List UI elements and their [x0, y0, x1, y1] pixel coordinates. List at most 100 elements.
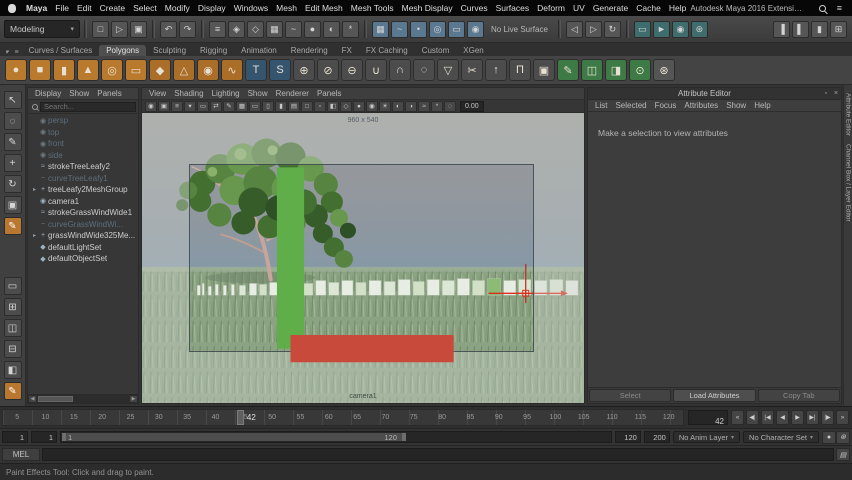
layout-two-pane-side-icon[interactable]: ◫: [3, 319, 22, 337]
poly-pipe-icon[interactable]: ◉: [197, 59, 219, 81]
resolution-gate-icon[interactable]: ▯: [262, 100, 274, 112]
shelf-tab[interactable]: Curves / Surfaces: [22, 45, 100, 56]
panel-menu-item[interactable]: Help: [750, 101, 774, 110]
menubar-item[interactable]: Curves: [457, 3, 492, 13]
menubar-item[interactable]: Deform: [533, 3, 569, 13]
extract-icon[interactable]: ⊖: [341, 59, 363, 81]
apple-menu-icon[interactable]: [8, 3, 16, 13]
channel-box-toggle-icon[interactable]: ▮: [811, 20, 828, 38]
menubar-item[interactable]: Mesh Tools: [347, 3, 398, 13]
wrench-icon[interactable]: ⊛: [653, 59, 675, 81]
paint-effects-tool-icon[interactable]: ✎: [3, 217, 22, 235]
safe-title-icon[interactable]: ▫: [314, 100, 326, 112]
poly-cone-icon[interactable]: ▲: [77, 59, 99, 81]
target-weld-icon[interactable]: ⊙: [629, 59, 651, 81]
render-current-frame-icon[interactable]: ►: [652, 20, 670, 38]
snap-to-grid-icon[interactable]: ▦: [372, 20, 389, 38]
paint-select-tool-icon[interactable]: ✎: [3, 133, 22, 151]
boolean-union-icon[interactable]: ∪: [365, 59, 387, 81]
shelf-options-icon[interactable]: ≡: [12, 49, 22, 56]
safe-action-icon[interactable]: □: [301, 100, 313, 112]
motion-blur-icon[interactable]: ≈: [418, 100, 430, 112]
panel-menu-item[interactable]: Focus: [651, 101, 681, 110]
render-view-icon[interactable]: ▭: [633, 20, 651, 38]
shelf-tab[interactable]: Rigging: [193, 45, 234, 56]
outliner-horizontal-scrollbar[interactable]: ◀ ▶: [28, 394, 138, 403]
ipr-render-icon[interactable]: ◉: [671, 20, 689, 38]
layout-outliner-persp-icon[interactable]: ◧: [3, 361, 22, 379]
outliner-item[interactable]: ◉ top: [28, 127, 138, 139]
panel-menu-item[interactable]: Selected: [611, 101, 650, 110]
current-tool-paint-effects-icon[interactable]: ✎: [3, 382, 22, 400]
fill-hole-icon[interactable]: ▣: [533, 59, 555, 81]
scrollbar-thumb[interactable]: [38, 396, 73, 402]
menubar-item[interactable]: Windows: [230, 3, 272, 13]
outliner-item[interactable]: ◆ defaultLightSet: [28, 242, 138, 254]
menubar-item[interactable]: Mesh Display: [398, 3, 457, 13]
select-button[interactable]: Select: [589, 389, 672, 402]
select-mask-all-icon[interactable]: ▦: [266, 20, 283, 38]
command-line-input[interactable]: [42, 448, 834, 461]
shelf-tab[interactable]: Sculpting: [146, 45, 193, 56]
expand-arrow-icon[interactable]: ▸: [31, 186, 38, 193]
field-chart-icon[interactable]: ▤: [288, 100, 300, 112]
panel-menu-item[interactable]: Lighting: [208, 89, 244, 98]
scroll-left-icon[interactable]: ◀: [28, 395, 37, 403]
menubar-item[interactable]: Cache: [632, 3, 665, 13]
shelf-tab[interactable]: XGen: [456, 45, 490, 56]
channel-box-layer-editor-tab[interactable]: Channel Box / Layer Editor: [845, 144, 852, 222]
outliner-item[interactable]: ~ curveGrassWindWi...: [28, 219, 138, 231]
poly-prism-icon[interactable]: ◆: [149, 59, 171, 81]
select-mask-curves-icon[interactable]: ~: [285, 20, 302, 38]
playback-end-field[interactable]: 120: [614, 431, 641, 443]
poly-sphere-icon[interactable]: ●: [5, 59, 27, 81]
panel-menu-item[interactable]: Shading: [170, 89, 207, 98]
make-live-icon[interactable]: ◉: [467, 20, 484, 38]
camera-attributes-icon[interactable]: ≡: [171, 100, 183, 112]
outliner-item[interactable]: ~ curveTreeLeafy1: [28, 173, 138, 185]
select-hierarchy-icon[interactable]: ≡: [209, 20, 226, 38]
construction-history-icon[interactable]: ↻: [603, 20, 621, 38]
panel-menu-item[interactable]: Panels: [313, 89, 345, 98]
menubar-item[interactable]: Surfaces: [492, 3, 534, 13]
outliner-search-input[interactable]: [40, 101, 136, 112]
go-to-end-button[interactable]: »: [836, 410, 849, 425]
playback-start-field[interactable]: 1: [2, 431, 28, 443]
menubar-item[interactable]: Edit: [73, 3, 96, 13]
select-mask-dynamics-icon[interactable]: *: [342, 20, 359, 38]
shelf-tab[interactable]: Animation: [234, 45, 284, 56]
viewport-canvas[interactable]: 960 x 540 camera1: [142, 113, 584, 403]
panel-menu-item[interactable]: Display: [31, 89, 65, 98]
menubar-item[interactable]: Edit Mesh: [301, 3, 347, 13]
poly-cylinder-icon[interactable]: ▮: [53, 59, 75, 81]
redo-icon[interactable]: ↷: [179, 20, 196, 38]
menubar-item[interactable]: File: [51, 3, 73, 13]
shelf-tab[interactable]: Polygons: [99, 45, 147, 56]
poly-cube-icon[interactable]: ■: [29, 59, 51, 81]
lock-camera-icon[interactable]: ▣: [158, 100, 170, 112]
menubar-item[interactable]: Modify: [161, 3, 194, 13]
attribute-editor-toggle-icon[interactable]: ▐: [773, 20, 790, 38]
panel-menu-item[interactable]: Panels: [93, 89, 125, 98]
current-time-field[interactable]: [689, 415, 727, 428]
xray-icon[interactable]: ◌: [444, 100, 456, 112]
snap-to-point-icon[interactable]: •: [410, 20, 427, 38]
panel-menu-item[interactable]: Show: [65, 89, 93, 98]
step-forward-frame-button[interactable]: |▶: [821, 410, 834, 425]
step-forward-key-button[interactable]: ▶|: [806, 410, 819, 425]
panel-menu-item[interactable]: Attributes: [680, 101, 722, 110]
grease-pencil-icon[interactable]: ✎: [223, 100, 235, 112]
step-back-key-button[interactable]: |◀: [761, 410, 774, 425]
panel-menu-item[interactable]: Show: [244, 89, 272, 98]
select-component-icon[interactable]: ◇: [247, 20, 264, 38]
menubar-item[interactable]: Select: [129, 3, 161, 13]
use-all-lights-icon[interactable]: ☀: [379, 100, 391, 112]
notification-center-icon[interactable]: ≡: [833, 3, 846, 13]
shelf-tab[interactable]: Custom: [415, 45, 457, 56]
wireframe-icon[interactable]: ◇: [340, 100, 352, 112]
rotate-tool-icon[interactable]: ↻: [3, 175, 22, 193]
workspace-toggle-icon[interactable]: ⊞: [830, 20, 847, 38]
layout-two-pane-stacked-icon[interactable]: ⊟: [3, 340, 22, 358]
layout-single-pane-icon[interactable]: ▭: [3, 277, 22, 295]
select-mask-deformers-icon[interactable]: ◐: [323, 20, 340, 38]
